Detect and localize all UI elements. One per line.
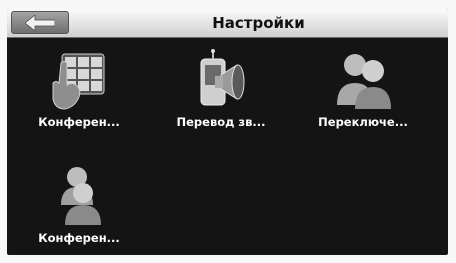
conference-users-item[interactable]: Конферен... [12,165,146,255]
conference-keypad-item[interactable]: Конферен... [12,49,146,145]
conference-users-label: Конферен... [38,231,120,245]
call-transfer-item[interactable]: Перевод зв... [154,49,288,145]
back-button[interactable] [11,11,69,34]
call-transfer-icon [191,49,251,111]
switch-users-icon [333,49,393,111]
title-bar: Настройки [7,9,448,38]
page-title: Настройки [212,14,305,32]
conference-keypad-label: Конферен... [38,115,120,129]
settings-screen: Настройки Конферен... Перевод зв... Пере… [7,9,448,255]
switch-users-label: Переключе... [318,115,408,129]
conference-users-icon [49,165,109,227]
conference-keypad-icon [49,49,109,111]
switch-users-item[interactable]: Переключе... [296,49,430,145]
back-arrow-icon [25,15,55,31]
call-transfer-label: Перевод зв... [176,115,266,129]
